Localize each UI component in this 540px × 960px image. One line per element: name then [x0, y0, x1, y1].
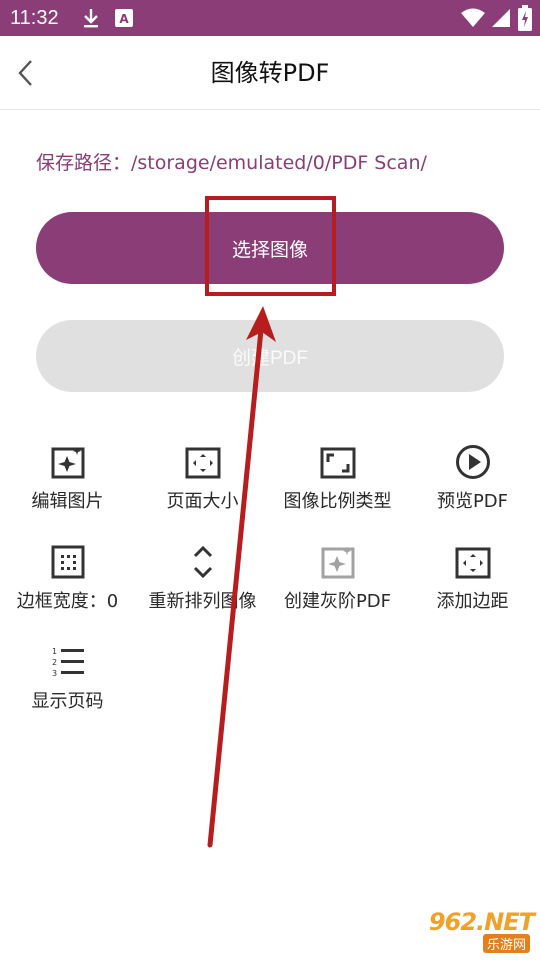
edit-image-icon [51, 447, 84, 479]
grid-item-label: 边框宽度：0 [16, 591, 119, 612]
grid-item-aspect-ratio[interactable]: 图像比例类型 [270, 444, 405, 534]
svg-text:A: A [119, 12, 129, 26]
battery-icon [518, 5, 532, 31]
a-icon: A [115, 9, 133, 27]
grid-item-add-margin[interactable]: 添加边距 [405, 544, 540, 634]
grid-item-border-width[interactable]: 边框宽度：0 [0, 544, 135, 634]
grid-item-edit-image[interactable]: 编辑图片 [0, 444, 135, 534]
grid-item-label: 页面大小 [166, 491, 239, 512]
svg-text:2: 2 [52, 658, 57, 667]
select-image-button[interactable]: 选择图像 [36, 212, 504, 284]
grayscale-icon [321, 547, 354, 579]
grid-item-show-page-numbers[interactable]: 1 2 3 显示页码 [0, 644, 135, 734]
grid-item-page-size[interactable]: 页面大小 [135, 444, 270, 534]
border-width-icon [51, 545, 84, 579]
watermark-logo: 962.NET [428, 908, 535, 936]
svg-text:1: 1 [52, 647, 57, 656]
grid-item-label: 图像比例类型 [283, 491, 392, 512]
numbered-list-icon: 1 2 3 [52, 647, 84, 678]
save-path-text: 保存路径：/storage/emulated/0/PDF Scan/ [36, 152, 427, 174]
grid-item-label: 显示页码 [31, 691, 104, 712]
grid-item-label: 重新排列图像 [148, 591, 257, 612]
grid-item-grayscale-pdf[interactable]: 创建灰阶PDF [270, 544, 405, 634]
app-bar: 图像转PDF [0, 36, 540, 110]
create-pdf-button[interactable]: 创建PDF [36, 320, 504, 392]
status-bar: 11:32 A [0, 0, 540, 36]
rearrange-icon [193, 545, 212, 579]
grid-item-label: 创建灰阶PDF [283, 591, 392, 612]
page-size-icon [185, 447, 220, 479]
watermark-sub: 乐游网 [482, 934, 530, 953]
aspect-ratio-icon [320, 447, 355, 479]
margin-icon [455, 547, 490, 579]
download-icon [84, 9, 98, 28]
status-time: 11:32 [10, 7, 59, 29]
grid-item-preview-pdf[interactable]: 预览PDF [405, 444, 540, 534]
play-icon [455, 445, 490, 479]
watermark: 962.NET 乐游网 [402, 908, 535, 954]
grid-item-label: 预览PDF [436, 491, 509, 512]
grid-item-label: 编辑图片 [31, 491, 104, 512]
svg-text:3: 3 [52, 669, 57, 678]
grid-item-label: 添加边距 [436, 591, 509, 612]
wifi-icon [461, 8, 485, 27]
signal-icon [492, 9, 510, 27]
page-title: 图像转PDF [210, 59, 330, 87]
grid-item-rearrange[interactable]: 重新排列图像 [135, 544, 270, 634]
